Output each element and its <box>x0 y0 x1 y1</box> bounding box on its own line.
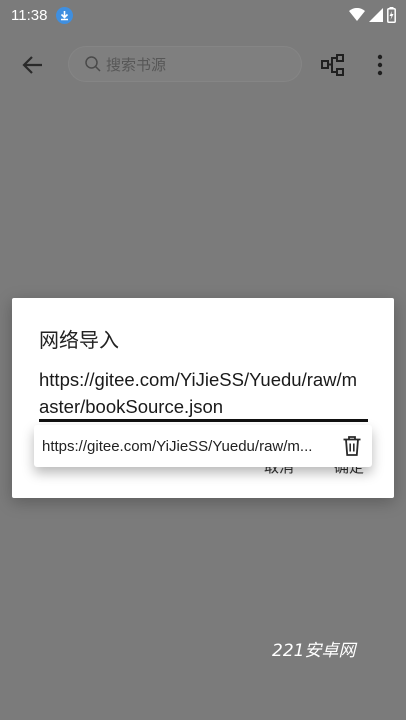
battery-icon <box>387 7 396 23</box>
watermark: 221安卓网 <box>272 641 356 661</box>
app-toolbar: 搜索书源 <box>0 36 406 92</box>
input-underline <box>39 419 368 422</box>
download-icon <box>56 7 73 24</box>
wifi-icon <box>349 8 365 21</box>
url-input[interactable]: https://gitee.com/YiJieSS/Yuedu/raw/mast… <box>39 366 366 420</box>
search-icon <box>85 56 101 72</box>
status-bar: 11:38 <box>0 0 406 32</box>
url-suggestion-item[interactable]: https://gitee.com/YiJieSS/Yuedu/raw/m... <box>42 438 334 455</box>
delete-icon[interactable] <box>342 435 362 457</box>
more-vert-icon[interactable] <box>370 52 390 78</box>
group-tree-icon[interactable] <box>320 52 346 78</box>
back-arrow-icon[interactable] <box>20 52 46 78</box>
network-import-dialog: 网络导入 https://gitee.com/YiJieSS/Yuedu/raw… <box>12 298 394 498</box>
status-icons <box>349 7 396 23</box>
search-placeholder: 搜索书源 <box>106 55 167 74</box>
url-suggestion-popup: https://gitee.com/YiJieSS/Yuedu/raw/m... <box>34 425 372 467</box>
status-time: 11:38 <box>11 7 48 24</box>
signal-icon <box>369 8 383 22</box>
dialog-title: 网络导入 <box>39 328 119 352</box>
search-field[interactable]: 搜索书源 <box>68 46 302 82</box>
